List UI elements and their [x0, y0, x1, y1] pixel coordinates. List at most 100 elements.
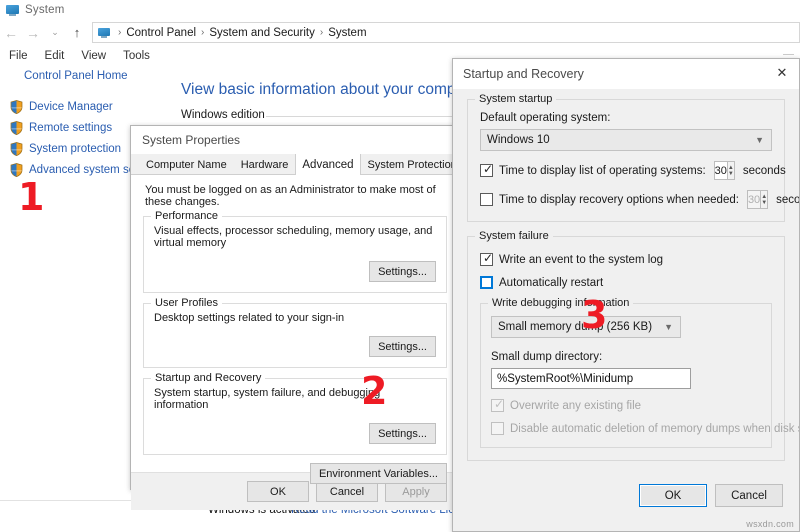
timeout-os-checkbox[interactable]: ✓	[480, 163, 493, 177]
overwrite-existing-file-checkbox: ✓	[491, 398, 504, 412]
page-title: View basic information about your comput…	[181, 81, 483, 98]
default-os-label: Default operating system:	[480, 112, 611, 124]
startup-recovery-ok-button[interactable]: OK	[639, 484, 707, 507]
startup-recovery-group: Startup and Recovery System startup, sys…	[143, 372, 447, 455]
system-properties-ok-button[interactable]: OK	[247, 481, 309, 502]
timeout-os-row: ✓ Time to display list of operating syst…	[480, 161, 786, 180]
performance-settings-button[interactable]: Settings...	[369, 261, 436, 282]
tab-advanced[interactable]: Advanced	[295, 153, 361, 175]
system-startup-group-title: System startup	[475, 93, 557, 105]
startup-recovery-titlebar: Startup and Recovery ✕	[453, 59, 799, 89]
timeout-recovery-checkbox[interactable]	[480, 193, 493, 206]
window-title: System	[25, 4, 65, 16]
system-properties-cancel-button[interactable]: Cancel	[316, 481, 378, 502]
timeout-recovery-row: Time to display recovery options when ne…	[480, 190, 799, 209]
performance-group: Performance Visual effects, processor sc…	[143, 210, 447, 293]
timeout-os-input[interactable]: 30	[713, 161, 728, 180]
write-debugging-group-title: Write debugging information	[488, 297, 634, 309]
screenshot-root: System ← → ⌄ ↑ › Control Panel › System …	[0, 0, 800, 532]
timeout-recovery-units: seconds	[776, 193, 800, 206]
system-properties-titlebar: System Properties	[131, 126, 459, 154]
forward-button[interactable]: →	[22, 22, 44, 44]
tab-hardware[interactable]: Hardware	[234, 155, 296, 174]
dialog-title: System Properties	[142, 133, 241, 147]
shield-icon	[10, 99, 23, 114]
write-event-checkbox[interactable]: ✓	[480, 252, 493, 266]
dump-type-value: Small memory dump (256 KB)	[498, 321, 653, 333]
tab-computer-name[interactable]: Computer Name	[139, 155, 234, 174]
disable-deletion-label: Disable automatic deletion of memory dum…	[510, 422, 799, 435]
minimize-button[interactable]	[783, 54, 794, 55]
system-properties-dialog: System Properties Computer Name Hardware…	[130, 125, 509, 510]
startup-and-recovery-dialog: Startup and Recovery ✕ System startup De…	[452, 58, 800, 532]
disable-deletion-row: Disable automatic deletion of memory dum…	[491, 422, 799, 435]
breadcrumb-item-system-and-security[interactable]: System and Security	[209, 27, 314, 39]
timeout-recovery-input: 30	[746, 190, 762, 209]
annotation-number-2: 2	[361, 369, 388, 413]
tab-system-protection[interactable]: System Protection	[361, 155, 464, 174]
environment-variables-button[interactable]: Environment Variables...	[309, 463, 447, 484]
breadcrumb-item-system[interactable]: System	[328, 27, 366, 39]
dialog-title: Startup and Recovery	[463, 67, 584, 81]
overwrite-label: Overwrite any existing file	[510, 399, 642, 412]
automatically-restart-checkbox[interactable]	[480, 276, 493, 289]
watermark: wsxdn.com	[746, 519, 794, 529]
user-profiles-group-title: User Profiles	[151, 297, 222, 309]
shield-icon	[10, 141, 23, 156]
shield-icon	[10, 120, 23, 135]
advanced-tab-panel: You must be logged on as an Administrato…	[131, 175, 459, 484]
breadcrumb[interactable]: › Control Panel › System and Security › …	[92, 22, 800, 43]
recent-locations-button[interactable]: ⌄	[44, 22, 66, 44]
sidebar-item-device-manager[interactable]: Device Manager	[0, 96, 170, 117]
system-properties-apply-button: Apply	[385, 481, 447, 502]
write-debugging-information-group: Write debugging information Small memory…	[480, 297, 799, 448]
startup-recovery-footer: OK Cancel	[453, 474, 799, 519]
startup-recovery-group-title: Startup and Recovery	[151, 372, 266, 384]
default-os-select[interactable]: Windows 10 ▼	[480, 129, 772, 151]
disable-automatic-deletion-checkbox	[491, 422, 504, 435]
timeout-os-units: seconds	[742, 164, 786, 177]
timeout-recovery-stepper: ▲ ▼	[761, 190, 769, 209]
window-titlebar: System	[0, 0, 800, 20]
performance-description: Visual effects, processor scheduling, me…	[154, 225, 433, 249]
section-heading-windows-edition: Windows edition	[181, 109, 265, 121]
navigation-bar: ← → ⌄ ↑ › Control Panel › System and Sec…	[0, 20, 800, 45]
timeout-os-stepper[interactable]: ▲ ▼	[727, 161, 735, 180]
breadcrumb-computer-icon	[98, 27, 110, 38]
computer-icon	[6, 4, 19, 16]
auto-restart-label: Automatically restart	[499, 276, 604, 289]
default-os-value: Windows 10	[487, 134, 550, 146]
user-profiles-settings-button[interactable]: Settings...	[369, 336, 436, 357]
sidebar-item-label: Device Manager	[29, 100, 113, 113]
menu-view[interactable]: View	[81, 50, 106, 62]
user-profiles-group: User Profiles Desktop settings related t…	[143, 297, 447, 368]
breadcrumb-separator: ›	[118, 27, 122, 38]
write-event-row: ✓ Write an event to the system log	[480, 252, 772, 266]
system-failure-group-title: System failure	[475, 230, 553, 242]
user-profiles-description: Desktop settings related to your sign-in	[154, 312, 345, 324]
startup-recovery-body: System startup Default operating system:…	[453, 89, 799, 474]
auto-restart-row: Automatically restart	[480, 276, 772, 289]
startup-recovery-settings-button[interactable]: Settings...	[369, 423, 436, 444]
menu-edit[interactable]: Edit	[45, 50, 65, 62]
up-button[interactable]: ↑	[66, 22, 88, 44]
timeout-os-label: Time to display list of operating system…	[499, 164, 706, 177]
breadcrumb-separator: ›	[319, 27, 324, 38]
write-event-label: Write an event to the system log	[499, 253, 664, 266]
breadcrumb-item-control-panel[interactable]: Control Panel	[126, 27, 196, 39]
startup-recovery-cancel-button[interactable]: Cancel	[715, 484, 783, 507]
section-divider	[266, 116, 461, 117]
dump-directory-input[interactable]: %SystemRoot%\Minidump	[491, 368, 691, 389]
timeout-recovery-label: Time to display recovery options when ne…	[499, 193, 739, 206]
menu-tools[interactable]: Tools	[123, 50, 150, 62]
menu-file[interactable]: File	[9, 50, 28, 62]
close-icon[interactable]: ✕	[765, 59, 799, 87]
overwrite-row: ✓ Overwrite any existing file	[491, 398, 761, 412]
breadcrumb-separator: ›	[201, 27, 205, 38]
annotation-number-1: 1	[18, 175, 45, 219]
performance-group-title: Performance	[151, 210, 222, 222]
startup-recovery-description: System startup, system failure, and debu…	[154, 387, 381, 411]
dump-directory-label: Small dump directory:	[491, 351, 603, 363]
sidebar-item-control-panel-home[interactable]: Control Panel Home	[24, 70, 170, 82]
back-button[interactable]: ←	[0, 22, 22, 44]
